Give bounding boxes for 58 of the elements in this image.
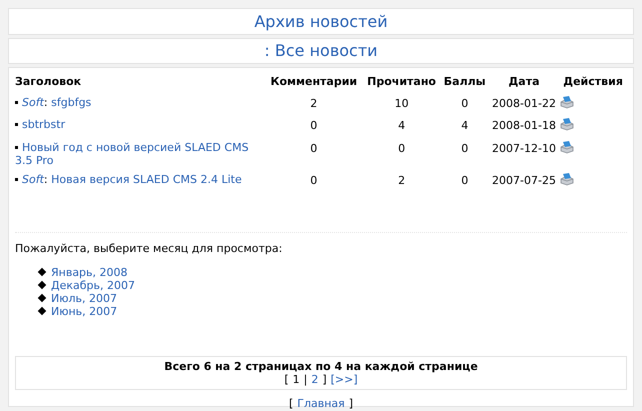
table-cell: 0 bbox=[398, 142, 406, 154]
bullet-icon bbox=[38, 306, 46, 316]
pager-summary: Всего 6 на 2 страницах по 4 на каждой странице bbox=[164, 360, 478, 372]
table-cell: 0 bbox=[461, 142, 468, 154]
bullet-icon bbox=[15, 100, 18, 104]
table-cell: 4 bbox=[398, 119, 406, 132]
news-link[interactable]: Новый год с новой версией SLAED CMS 3.5 Pro bbox=[15, 140, 265, 166]
section-title: : Все новости bbox=[264, 40, 378, 62]
bullet-icon bbox=[38, 294, 46, 302]
printer-icon[interactable] bbox=[559, 96, 576, 108]
separator: : bbox=[44, 96, 48, 108]
table-cell: 0 bbox=[461, 174, 468, 186]
table-cell: 10 bbox=[394, 96, 409, 110]
table-cell: 0 bbox=[461, 96, 468, 110]
column-header: Баллы bbox=[444, 75, 486, 88]
month-link[interactable]: Июнь, 2007 bbox=[51, 304, 118, 318]
page-title: Архив новостей bbox=[254, 10, 388, 32]
home-link[interactable]: Главная bbox=[297, 396, 345, 411]
bracket: [ bbox=[284, 372, 289, 386]
column-header: Действия bbox=[563, 75, 623, 88]
bullet-icon bbox=[15, 123, 18, 126]
printer-icon[interactable] bbox=[559, 172, 576, 186]
column-header: Прочитано bbox=[367, 75, 436, 88]
table-cell: 2 bbox=[398, 174, 406, 186]
month-link[interactable]: Июль, 2007 bbox=[51, 292, 117, 304]
page-link[interactable]: 2 bbox=[311, 372, 318, 386]
table-cell: 4 bbox=[461, 119, 468, 132]
table-cell: 0 bbox=[310, 142, 318, 154]
column-header: Заголовок bbox=[15, 75, 82, 88]
bullet-icon bbox=[38, 268, 46, 276]
bullet-icon bbox=[15, 146, 18, 148]
bracket: ] bbox=[348, 396, 354, 411]
news-link[interactable]: sfgbfgs bbox=[51, 96, 92, 108]
month-link[interactable]: Январь, 2008 bbox=[51, 266, 128, 278]
table-cell: 0 bbox=[310, 174, 318, 186]
month-link[interactable]: Декабрь, 2007 bbox=[51, 278, 135, 292]
bullet-icon bbox=[15, 178, 18, 180]
column-header: Дата bbox=[508, 75, 540, 88]
table-cell: 0 bbox=[310, 119, 318, 132]
table-cell: 2007-12-10 bbox=[492, 142, 556, 154]
separator: | bbox=[304, 372, 308, 386]
news-link[interactable]: Новая версия SLAED CMS 2.4 Lite bbox=[51, 172, 242, 186]
bullet-icon bbox=[38, 280, 46, 290]
table-cell: 2008-01-18 bbox=[492, 119, 556, 132]
bracket: [ bbox=[288, 396, 294, 411]
printer-icon[interactable] bbox=[559, 140, 576, 154]
column-header: Комментарии bbox=[270, 75, 358, 88]
next-page-link[interactable]: [>>] bbox=[330, 372, 358, 386]
category-link[interactable]: Soft bbox=[22, 172, 44, 186]
month-prompt: Пожалуйста, выберите месяц для просмотра: bbox=[15, 241, 284, 257]
table-cell: 2007-07-25 bbox=[492, 174, 556, 186]
news-link[interactable]: sbtrbstr bbox=[15, 118, 265, 131]
table-cell: 2008-01-22 bbox=[492, 96, 556, 110]
separator: : bbox=[44, 172, 48, 186]
category-link[interactable]: Soft bbox=[22, 96, 44, 108]
printer-icon[interactable] bbox=[559, 118, 576, 131]
bracket: ] bbox=[322, 372, 327, 386]
table-cell: 2 bbox=[310, 96, 318, 110]
